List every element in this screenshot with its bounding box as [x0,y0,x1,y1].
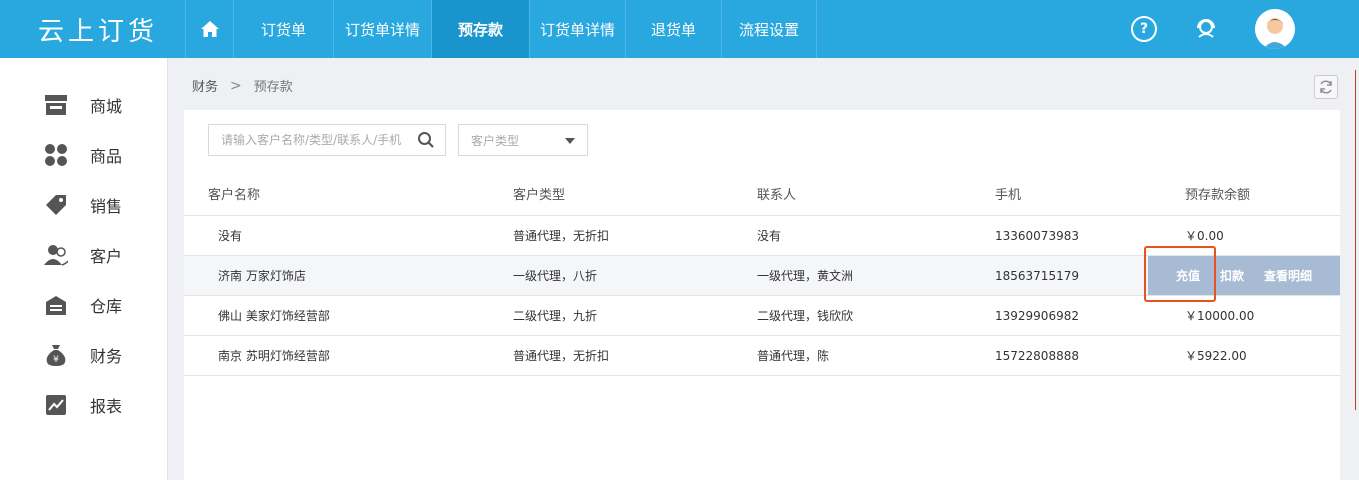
sidebar-item-label: 销售 [90,197,123,216]
top-right-tools: ? [1131,0,1359,58]
cell-phone: 13360073983 [995,228,1079,243]
sidebar-item-finance[interactable]: ¥ 财务 [0,330,167,380]
table-row[interactable]: 佛山 美家灯饰经营部 二级代理，九折 二级代理，钱欣欣 13929906982 … [184,296,1340,336]
sidebar-item-label: 商城 [90,97,123,116]
svg-text:¥: ¥ [53,355,59,365]
cell-customer-type: 普通代理，无折扣 [513,229,610,243]
sidebar: 商城 商品 销售 客户 仓库 ¥ 财务 报表 [0,58,168,480]
avatar[interactable] [1255,9,1295,49]
top-nav: 订货单 订货单详情 预存款 订货单详情 退货单 流程设置 [185,0,817,58]
table-row[interactable]: 济南 万家灯饰店 一级代理，八折 一级代理，黄文洲 18563715179 充值… [184,246,1340,302]
sidebar-item-customers[interactable]: 客户 [0,230,167,280]
header-customer-name: 客户名称 [208,188,261,203]
table-row[interactable]: 没有 普通代理，无折扣 没有 13360073983 ￥0.00 [184,216,1340,256]
cell-customer-type: 普通代理，无折扣 [513,349,610,363]
header-contact: 联系人 [757,188,797,203]
search-box [208,124,446,156]
search-input[interactable] [209,125,409,155]
cell-contact: 一级代理，黄文洲 [757,269,854,283]
customer-type-placeholder: 客户类型 [471,133,520,148]
store-icon [44,93,68,117]
chevron-down-icon [565,138,575,144]
sidebar-item-label: 客户 [90,247,123,266]
breadcrumb-parent[interactable]: 财务 [192,76,218,95]
cell-customer-name: 济南 万家灯饰店 [218,269,306,283]
breadcrumb-separator: > [230,77,242,94]
cell-customer-name: 没有 [218,229,243,243]
warehouse-icon [44,293,68,317]
cell-customer-name: 佛山 美家灯饰经营部 [218,309,330,323]
table-header: 客户名称 客户类型 联系人 手机 预存款余额 [184,172,1340,216]
tab-orders[interactable]: 订货单 [233,0,333,58]
main-content: 财务 > 预存款 客户类型 客户名称 客户类型 联系人 手机 预存款余额 没有 … [168,58,1350,480]
top-bar: 云上订货 订货单 订货单详情 预存款 订货单详情 退货单 流程设置 ? [0,0,1359,58]
sidebar-item-label: 商品 [90,147,123,166]
sidebar-item-label: 财务 [90,347,123,366]
home-button[interactable] [185,0,233,58]
cell-contact: 没有 [757,229,782,243]
prepaid-table: 客户名称 客户类型 联系人 手机 预存款余额 没有 普通代理，无折扣 没有 13… [184,172,1340,376]
cell-contact: 普通代理，陈 [757,349,830,363]
sidebar-item-store[interactable]: 商城 [0,80,167,130]
sidebar-item-label: 报表 [90,397,123,416]
search-icon[interactable] [417,131,435,149]
view-details-button[interactable]: 查看明细 [1254,267,1322,284]
cell-balance: ￥0.00 [1185,229,1224,243]
tab-order-details[interactable]: 订货单详情 [333,0,431,58]
support-icon[interactable] [1193,16,1219,42]
cell-balance: ￥10000.00 [1185,309,1255,323]
cell-phone: 13929906982 [995,308,1079,323]
sidebar-item-reports[interactable]: 报表 [0,380,167,430]
sidebar-item-products[interactable]: 商品 [0,130,167,180]
cell-phone: 15722808888 [995,348,1079,363]
app-logo[interactable]: 云上订货 [0,0,185,58]
sidebar-item-sales[interactable]: 销售 [0,180,167,230]
customer-type-select[interactable]: 客户类型 [458,124,588,156]
money-bag-icon: ¥ [44,343,68,367]
cell-phone: 18563715179 [995,268,1079,283]
breadcrumb-current: 预存款 [253,80,293,95]
chart-icon [44,393,68,417]
cell-customer-type: 一级代理，八折 [513,269,598,283]
cell-customer-name: 南京 苏明灯饰经营部 [218,349,330,363]
refresh-button[interactable] [1314,75,1338,99]
sidebar-item-warehouse[interactable]: 仓库 [0,280,167,330]
edge-divider [1355,70,1356,410]
header-phone: 手机 [995,188,1022,203]
cell-balance: ￥5922.00 [1185,349,1247,363]
tag-icon [44,193,68,217]
refresh-icon [1320,80,1332,94]
header-balance: 预存款余额 [1185,188,1251,203]
row-actions: 充值 扣款 查看明细 [1148,256,1340,295]
help-icon[interactable]: ? [1131,16,1157,42]
users-icon [44,243,68,267]
tab-order-details-2[interactable]: 订货单详情 [529,0,625,58]
deduct-button[interactable]: 扣款 [1210,267,1254,284]
header-customer-type: 客户类型 [513,188,566,203]
tab-prepaid[interactable]: 预存款 [431,0,529,58]
home-icon [200,21,219,37]
table-row[interactable]: 南京 苏明灯饰经营部 普通代理，无折扣 普通代理，陈 15722808888 ￥… [184,336,1340,376]
tab-returns[interactable]: 退货单 [625,0,721,58]
tab-workflow-settings[interactable]: 流程设置 [721,0,817,58]
grid-icon [44,143,68,167]
recharge-button[interactable]: 充值 [1166,267,1210,284]
cell-contact: 二级代理，钱欣欣 [757,309,854,323]
breadcrumb: 财务 > 预存款 [192,76,293,96]
cell-customer-type: 二级代理，九折 [513,309,598,323]
sidebar-item-label: 仓库 [90,297,123,316]
content-panel: 客户类型 客户名称 客户类型 联系人 手机 预存款余额 没有 普通代理，无折扣 … [184,110,1340,480]
